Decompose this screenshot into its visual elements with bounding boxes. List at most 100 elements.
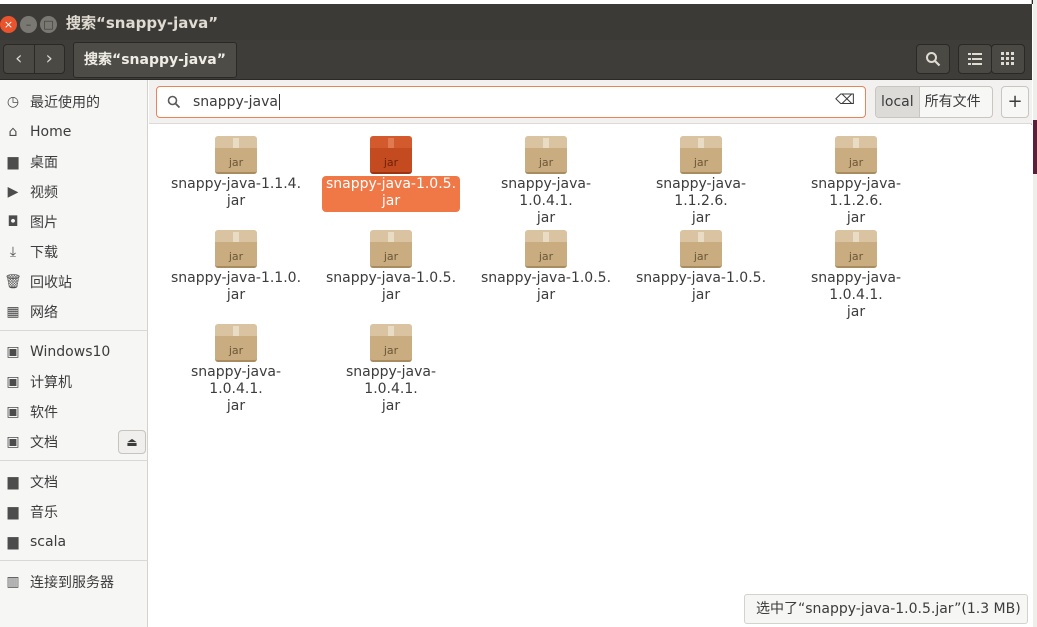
file-item[interactable]: jar snappy-java-1.0.4.1. jar xyxy=(321,324,461,415)
file-item[interactable]: jar snappy-java-1.1.2.6. jar xyxy=(631,136,771,227)
sidebar-item-trash[interactable]: 🗑 回收站 xyxy=(0,269,148,295)
file-name-line-2: jar xyxy=(381,287,401,303)
jar-icon-label: jar xyxy=(228,344,244,357)
file-name-line-1: snappy-java-1.0.5. xyxy=(325,176,457,192)
breadcrumb-search[interactable]: 搜索“snappy-java” xyxy=(73,42,237,78)
camera-icon: ◘ xyxy=(7,214,19,230)
file-item[interactable]: jar snappy-java-1.1.4. jar xyxy=(166,136,306,210)
search-input[interactable]: snappy-java ⌫ xyxy=(156,86,866,118)
file-item[interactable]: jar snappy-java-1.0.5. jar xyxy=(631,230,771,304)
sidebar-item-label: 音乐 xyxy=(30,505,58,521)
file-name-line-2: jar xyxy=(846,304,866,320)
file-item[interactable]: jar snappy-java-1.0.4.1. jar xyxy=(786,230,926,321)
drive-icon: ▣ xyxy=(6,374,20,390)
jar-package-icon: jar xyxy=(215,230,257,268)
sidebar-item-label: 文档 xyxy=(30,475,58,491)
file-item[interactable]: jar snappy-java-1.0.4.1. jar xyxy=(166,324,306,415)
file-name-line-1: snappy-java-1.1.0. xyxy=(170,270,302,286)
backspace-icon: ⌫ xyxy=(835,92,855,108)
jar-package-icon: jar xyxy=(525,230,567,268)
sidebar-item-pictures[interactable]: ◘ 图片 xyxy=(0,209,148,235)
places-sidebar: ◷ 最近使用的 ⌂ Home ▆ 桌面 ▶ 视频 ◘ 图片 ⤓ 下载 🗑 回收站 ▦ 网络 ▣ W… xyxy=(0,80,148,627)
search-bar: snappy-java ⌫ local 所有文件 + xyxy=(149,80,1032,124)
sidebar-item-desktop[interactable]: ▆ 桌面 xyxy=(0,149,148,175)
file-name-line-1: snappy-java-1.0.4.1. xyxy=(811,270,901,303)
sidebar-separator xyxy=(0,330,148,331)
selection-status-bar: 选中了“snappy-java-1.0.5.jar”(1.3 MB) xyxy=(744,594,1028,624)
trash-icon: 🗑 xyxy=(4,274,22,290)
maximize-window-button[interactable]: □ xyxy=(40,16,57,33)
file-item[interactable]: jar snappy-java-1.0.5. jar xyxy=(321,230,461,304)
sidebar-item-label: 连接到服务器 xyxy=(30,575,114,591)
sidebar-item-recent[interactable]: ◷ 最近使用的 xyxy=(0,89,148,115)
file-name-line-2: jar xyxy=(536,287,556,303)
title-bar: × – □ 搜索“snappy-java” xyxy=(0,4,1032,40)
background-accent xyxy=(1033,120,1037,174)
list-view-button[interactable] xyxy=(958,44,992,74)
file-name: snappy-java-1.0.4.1. jar xyxy=(476,176,616,227)
clear-search-button[interactable]: ⌫ xyxy=(835,92,855,108)
sidebar-item-windows10[interactable]: ▣ Windows10 xyxy=(0,339,148,365)
file-item[interactable]: jar snappy-java-1.1.2.6. jar xyxy=(786,136,926,227)
add-search-criteria-button[interactable]: + xyxy=(1001,86,1029,118)
scope-local-button[interactable]: local xyxy=(876,87,920,117)
sidebar-separator xyxy=(0,460,148,461)
file-name-line-1: snappy-java-1.0.5. xyxy=(635,270,767,286)
file-name-line-2: jar xyxy=(691,287,711,303)
sidebar-item-label: 计算机 xyxy=(30,375,72,391)
download-icon: ⤓ xyxy=(9,244,17,260)
jar-package-icon: jar xyxy=(215,324,257,362)
sidebar-item-connect-server[interactable]: ▥ 连接到服务器 xyxy=(0,569,148,595)
sidebar-item-software[interactable]: ▣ 软件 xyxy=(0,399,148,425)
file-name-line-2: jar xyxy=(691,210,711,226)
file-item[interactable]: jar snappy-java-1.0.4.1. jar xyxy=(476,136,616,227)
grid-view-button[interactable] xyxy=(991,44,1025,74)
jar-icon-label: jar xyxy=(383,250,399,263)
sidebar-item-computer[interactable]: ▣ 计算机 xyxy=(0,369,148,395)
file-name-line-2: jar xyxy=(381,398,401,414)
search-icon xyxy=(926,52,941,67)
sidebar-item-network[interactable]: ▦ 网络 xyxy=(0,299,148,325)
jar-icon-label: jar xyxy=(848,156,864,169)
file-item[interactable]: jar snappy-java-1.1.0. jar xyxy=(166,230,306,304)
sidebar-item-scala[interactable]: ▆ scala xyxy=(0,529,148,555)
jar-icon-label: jar xyxy=(693,250,709,263)
home-icon: ⌂ xyxy=(8,124,18,140)
sidebar-item-videos[interactable]: ▶ 视频 xyxy=(0,179,148,205)
sidebar-item-downloads[interactable]: ⤓ 下载 xyxy=(0,239,148,265)
sidebar-item-label: 回收站 xyxy=(30,275,72,291)
search-toggle-button[interactable] xyxy=(916,44,950,74)
file-item[interactable]: jar snappy-java-1.0.5. jar xyxy=(476,230,616,304)
file-manager-window: × – □ 搜索“snappy-java” ‹ › 搜索“snappy-java… xyxy=(0,0,1032,627)
file-name-line-1: snappy-java-1.1.2.6. xyxy=(656,176,746,209)
sidebar-item-label: 视频 xyxy=(30,185,58,201)
file-name: snappy-java-1.0.4.1. jar xyxy=(786,270,926,321)
close-window-button[interactable]: × xyxy=(0,16,17,33)
file-name-line-1: snappy-java-1.0.5. xyxy=(325,270,457,286)
minimize-window-button[interactable]: – xyxy=(20,16,37,33)
file-name-line-2: jar xyxy=(536,210,556,226)
chevron-left-icon: ‹ xyxy=(15,48,23,69)
file-name-line-1: snappy-java-1.0.5. xyxy=(480,270,612,286)
jar-icon-label: jar xyxy=(383,344,399,357)
back-button[interactable]: ‹ xyxy=(4,45,34,73)
sidebar-item-music[interactable]: ▆ 音乐 xyxy=(0,499,148,525)
file-name-line-2: jar xyxy=(226,193,246,209)
jar-icon-label: jar xyxy=(228,250,244,263)
file-item[interactable]: jar snappy-java-1.0.5. jar xyxy=(321,136,461,212)
server-icon: ▥ xyxy=(6,574,20,590)
file-name: snappy-java-1.1.0. jar xyxy=(167,270,305,304)
search-icon xyxy=(167,95,181,109)
folder-icon: ▆ xyxy=(7,474,19,490)
sidebar-item-label: Home xyxy=(30,124,72,140)
scope-all-files-button[interactable]: 所有文件 xyxy=(920,87,986,117)
sidebar-item-documents[interactable]: ▆ 文档 xyxy=(0,469,148,495)
folder-icon: ▆ xyxy=(7,154,19,170)
file-name: snappy-java-1.0.5. jar xyxy=(477,270,615,304)
eject-button[interactable]: ⏏ xyxy=(118,430,146,454)
sidebar-item-home[interactable]: ⌂ Home xyxy=(0,119,148,145)
chevron-right-icon: › xyxy=(45,48,53,69)
forward-button[interactable]: › xyxy=(33,45,65,73)
file-name: snappy-java-1.0.4.1. jar xyxy=(321,364,461,415)
jar-icon-label: jar xyxy=(383,156,399,169)
